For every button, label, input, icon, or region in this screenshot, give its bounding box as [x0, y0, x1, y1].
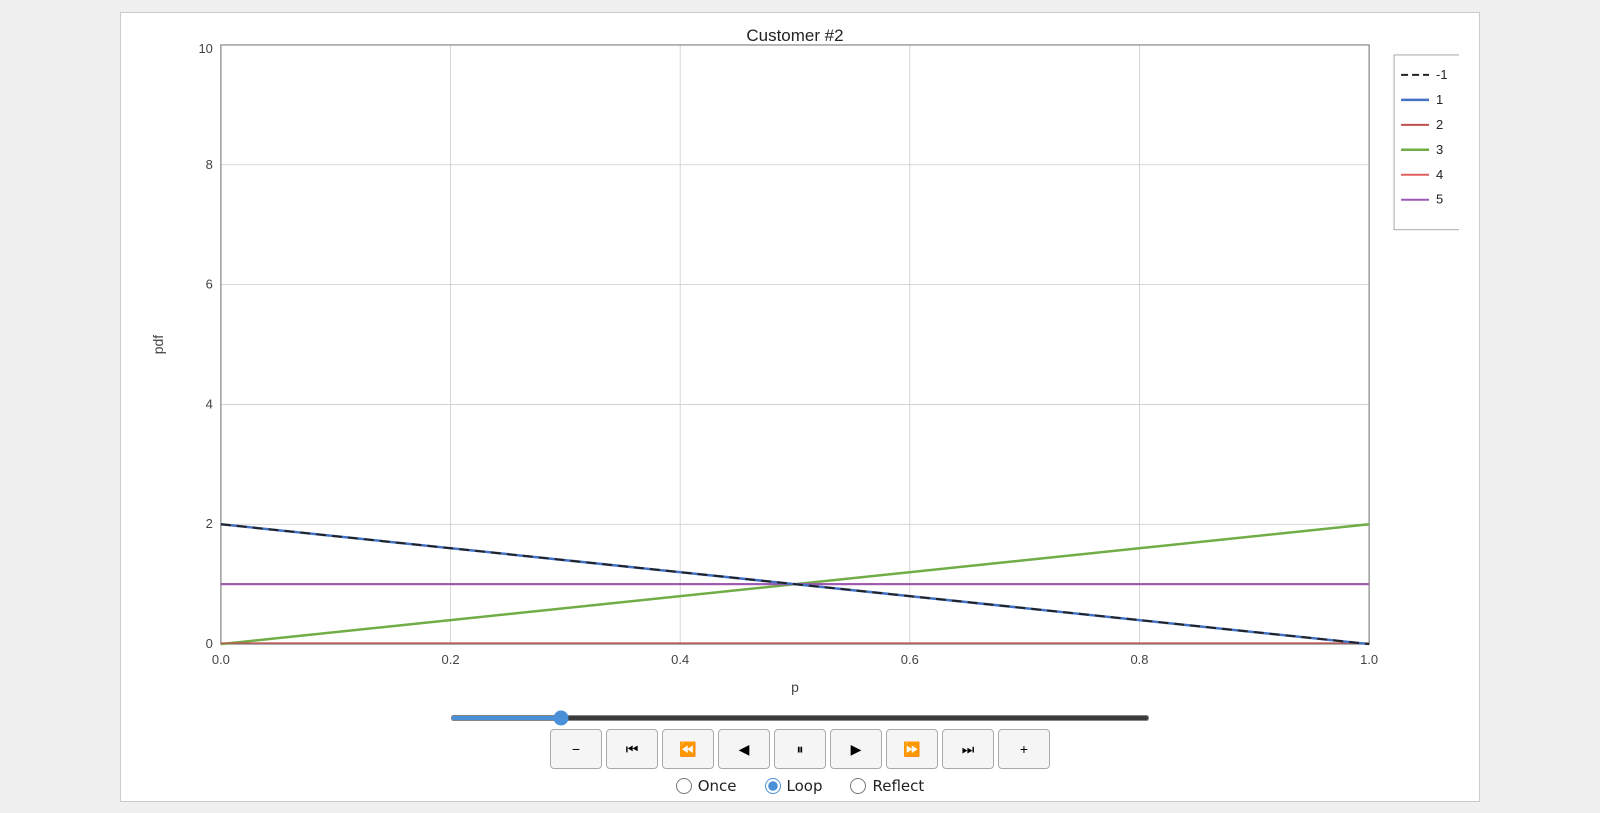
radio-option-once[interactable]: Once: [676, 777, 737, 795]
radio-loop[interactable]: [765, 778, 781, 794]
y-tick-6: 6: [206, 276, 213, 291]
minus-button[interactable]: −: [550, 729, 602, 769]
radio-option-loop[interactable]: Loop: [765, 777, 823, 795]
x-tick-0.2: 0.2: [442, 652, 460, 667]
legend-1: 1: [1436, 91, 1443, 106]
slider-container: [450, 715, 1150, 721]
pause-button[interactable]: ⏸: [774, 729, 826, 769]
skip-to-end-button[interactable]: ⏭: [942, 729, 994, 769]
y-tick-10: 10: [198, 40, 212, 55]
step-forward-button[interactable]: ⏩: [886, 729, 938, 769]
radio-reflect-label: Reflect: [872, 777, 924, 795]
radio-once[interactable]: [676, 778, 692, 794]
x-axis-label: p: [791, 678, 799, 694]
main-container: Customer #2 pdf p 0 2 4 6 8 10 0.0 0.2: [120, 12, 1480, 802]
skip-to-start-button[interactable]: ⏮: [606, 729, 658, 769]
animation-slider[interactable]: [450, 715, 1150, 721]
radio-row: Once Loop Reflect: [676, 777, 925, 795]
y-tick-8: 8: [206, 156, 213, 171]
x-tick-0.0: 0.0: [212, 652, 230, 667]
play-button[interactable]: ▶: [830, 729, 882, 769]
y-axis-label: pdf: [150, 334, 166, 354]
chart-svg: Customer #2 pdf p 0 2 4 6 8 10 0.0 0.2: [141, 23, 1459, 706]
plus-button[interactable]: +: [998, 729, 1050, 769]
legend-4: 4: [1436, 166, 1443, 181]
step-back-button[interactable]: ⏪: [662, 729, 714, 769]
buttons-row: − ⏮ ⏪ ◀ ⏸ ▶ ⏩ ⏭ +: [550, 729, 1050, 769]
legend-3: 3: [1436, 141, 1443, 156]
radio-option-reflect[interactable]: Reflect: [850, 777, 924, 795]
x-tick-0.4: 0.4: [671, 652, 689, 667]
y-tick-2: 2: [206, 516, 213, 531]
chart-area: Customer #2 pdf p 0 2 4 6 8 10 0.0 0.2: [141, 23, 1459, 706]
chart-title: Customer #2: [746, 25, 843, 44]
y-tick-0: 0: [206, 636, 213, 651]
radio-reflect[interactable]: [850, 778, 866, 794]
x-tick-1.0: 1.0: [1360, 652, 1378, 667]
x-tick-0.6: 0.6: [901, 652, 919, 667]
legend-2: 2: [1436, 116, 1443, 131]
y-tick-4: 4: [206, 396, 213, 411]
controls-area: − ⏮ ⏪ ◀ ⏸ ▶ ⏩ ⏭ + Once Loop Reflect: [141, 705, 1459, 795]
radio-once-label: Once: [698, 777, 737, 795]
radio-loop-label: Loop: [787, 777, 823, 795]
back-button[interactable]: ◀: [718, 729, 770, 769]
x-tick-0.8: 0.8: [1130, 652, 1148, 667]
legend-neg1: -1: [1436, 66, 1448, 81]
legend-5: 5: [1436, 191, 1443, 206]
